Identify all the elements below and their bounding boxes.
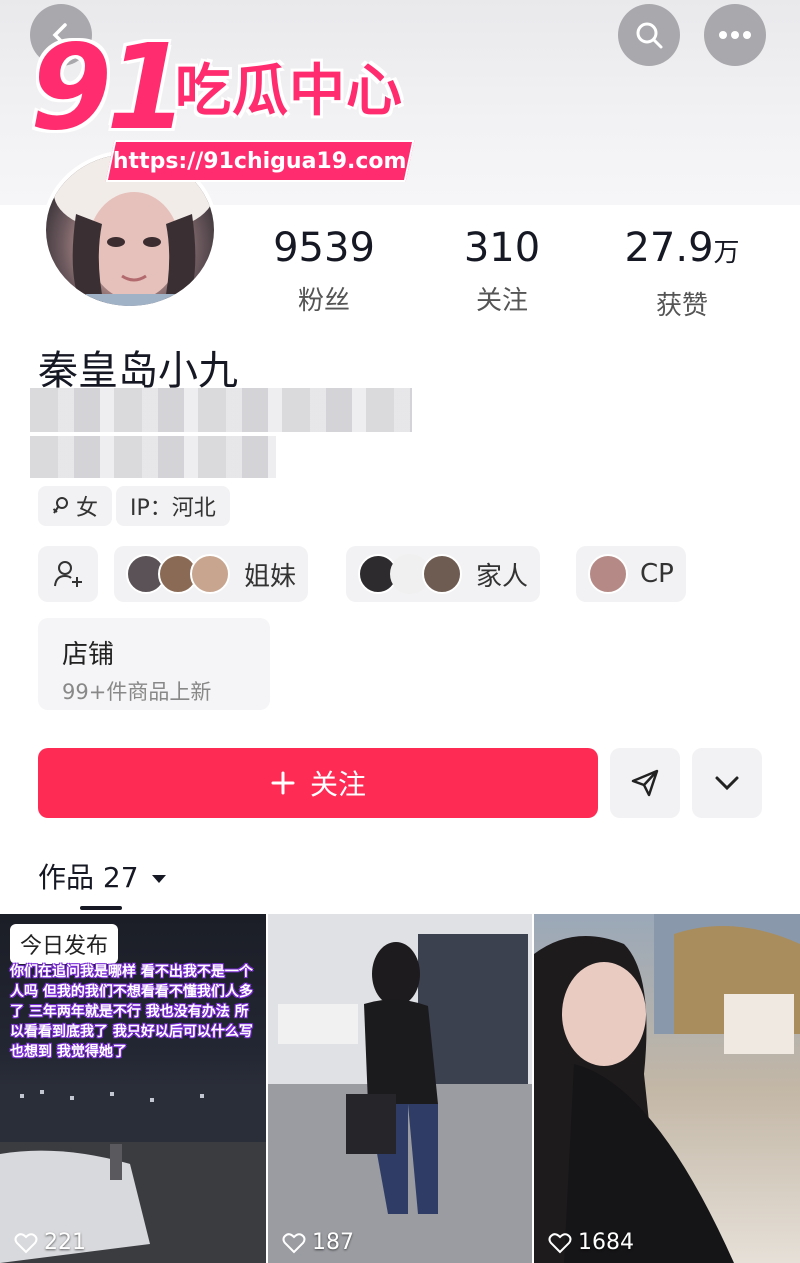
likes-count: 221: [14, 1230, 86, 1255]
search-icon: [636, 22, 663, 49]
relation-avatar: [588, 554, 628, 594]
plus-icon: [271, 771, 295, 795]
likes-value: 1684: [578, 1230, 634, 1255]
follow-button-label: 关注: [309, 768, 366, 801]
more-button[interactable]: [704, 4, 766, 66]
female-icon: [52, 497, 68, 514]
work-thumbnail-1[interactable]: 今日发布 你们在追问我是哪样 看不出我不是一个人吗 但我的我们不想看看不懂我们人…: [0, 914, 266, 1263]
relation-cp-label: CP: [640, 559, 674, 589]
work-thumbnail-image: [268, 914, 532, 1263]
shop-card[interactable]: 店铺 99+件商品上新: [38, 618, 270, 710]
stat-following-value: 310: [463, 225, 541, 271]
add-user-icon: [54, 561, 82, 587]
caret-down-icon: [152, 875, 167, 883]
watermark-logo-number: 91: [30, 18, 188, 156]
relation-sisters[interactable]: 姐妹: [114, 546, 309, 602]
shop-title: 店铺: [62, 640, 115, 670]
stat-followers-label: 粉丝: [297, 286, 350, 316]
chevron-down-icon: [715, 776, 739, 791]
gender-tag-label: 女: [76, 496, 99, 521]
stat-likes-value: 27.9万: [624, 225, 740, 271]
follow-button[interactable]: 关注: [38, 748, 598, 818]
work-thumbnail-image: [534, 914, 800, 1263]
gender-tag: 女: [38, 486, 113, 526]
relation-cp[interactable]: CP: [576, 546, 686, 602]
ip-tag: IP：河北: [116, 486, 230, 526]
heart-icon: [14, 1232, 38, 1253]
tab-works[interactable]: 作品 27: [38, 856, 167, 896]
likes-count: 1684: [548, 1230, 634, 1255]
heart-icon: [548, 1232, 572, 1253]
work-thumbnail-3[interactable]: 1684: [534, 914, 800, 1263]
tab-works-label: 作品 27: [38, 861, 139, 894]
likes-count: 187: [282, 1230, 354, 1255]
relation-sisters-label: 姐妹: [244, 561, 297, 592]
stat-following-label: 关注: [475, 286, 528, 316]
watermark-url-banner: https://91chigua19.com: [105, 140, 415, 182]
stat-followers[interactable]: 9539 粉丝: [244, 226, 404, 317]
shop-subtitle: 99+件商品上新: [62, 680, 212, 704]
stat-following[interactable]: 310 关注: [422, 226, 582, 317]
relation-avatar: [190, 554, 230, 594]
stat-likes[interactable]: 27.9万 获赞: [602, 226, 762, 322]
search-button[interactable]: [618, 4, 680, 66]
message-button[interactable]: [610, 748, 680, 818]
likes-value: 221: [44, 1230, 86, 1255]
today-badge: 今日发布: [10, 924, 119, 964]
more-options-button[interactable]: [692, 748, 762, 818]
send-icon: [631, 769, 659, 797]
work-caption: 你们在追问我是哪样 看不出我不是一个人吗 但我的我们不想看看不懂我们人多了 三年…: [10, 964, 253, 1060]
watermark-logo-text: 吃瓜中心: [175, 59, 403, 124]
relation-avatar: [422, 554, 462, 594]
stat-likes-label: 获赞: [655, 291, 708, 321]
likes-value: 187: [312, 1230, 354, 1255]
ip-tag-label: IP：河北: [130, 496, 216, 521]
relation-family-label: 家人: [476, 561, 529, 592]
tab-active-indicator: [80, 906, 122, 910]
more-dots-icon: [719, 31, 751, 39]
stat-followers-value: 9539: [273, 225, 375, 271]
relation-family[interactable]: 家人: [346, 546, 541, 602]
heart-icon: [282, 1232, 306, 1253]
add-relation-button[interactable]: [38, 546, 98, 602]
work-thumbnail-2[interactable]: 187: [268, 914, 532, 1263]
blurred-bio-line-1: [30, 388, 412, 432]
watermark-url: https://91chigua19.com: [113, 148, 407, 174]
blurred-bio-line-2: [30, 436, 276, 478]
